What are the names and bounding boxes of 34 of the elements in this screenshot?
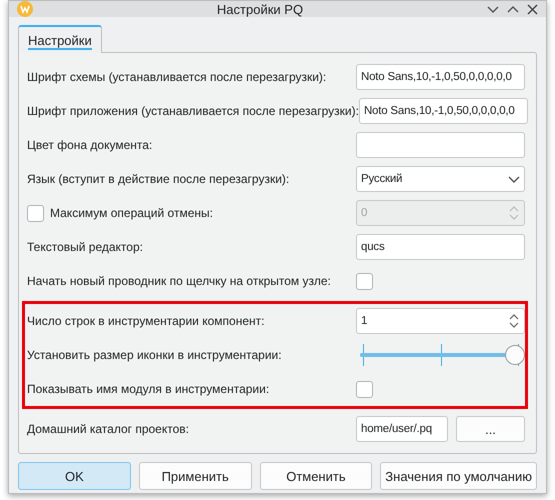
text-field[interactable]: qucs (356, 234, 525, 260)
setting-label: Шрифт схемы (устанавливается после перезагрузки): (27, 70, 326, 84)
window-title: Настройки PQ (216, 2, 304, 16)
browse-button[interactable]: ... (456, 416, 525, 442)
spin-arrows-icon (508, 204, 520, 222)
maximize-icon (507, 5, 519, 13)
dialog-button[interactable]: Применить (138, 462, 252, 490)
setting-label: Цвет фона документа: (27, 138, 152, 152)
setting-label: Текстовый редактор: (27, 240, 143, 254)
settings-tab[interactable]: Настройки (18, 25, 102, 53)
spin-box[interactable]: 1 (356, 308, 525, 334)
dialog-button[interactable]: Значения по умолчанию (380, 462, 537, 490)
checkbox[interactable] (356, 272, 373, 290)
color-field[interactable] (356, 132, 525, 158)
text-field[interactable]: Noto Sans,10,-1,0,50,0,0,0,0,0 (356, 64, 525, 90)
app-logo-icon (17, 1, 33, 17)
chevron-down-icon (508, 175, 520, 183)
setting-label: Шрифт приложения (устанавливается после перезагрузки): (27, 104, 359, 118)
setting-label: Максимум операций отмены: (50, 206, 213, 220)
checkbox[interactable] (356, 380, 373, 398)
setting-label: Начать новый проводник по щелчку на открытом узле: (27, 274, 331, 288)
spin-arrows-icon (508, 312, 520, 330)
text-field[interactable]: Noto Sans,10,-1,0,50,0,0,0,0,0 (358, 98, 528, 124)
path-field[interactable]: home/user/.pq (356, 416, 448, 442)
setting-label: Показывать имя модуля в инструментарии: (27, 382, 270, 396)
dialog-button[interactable]: Отменить (260, 462, 372, 490)
minimize-icon (487, 5, 499, 13)
setting-label: Домашний каталог проектов: (27, 422, 189, 436)
dialog-button[interactable]: OK (18, 462, 131, 490)
setting-label: Установить размер иконки в инструментарии: (27, 348, 282, 362)
language-dropdown[interactable]: Русский (356, 166, 525, 192)
setting-label: Язык (вступит в действие после перезагрузки): (27, 172, 290, 186)
close-icon[interactable] (527, 4, 538, 14)
setting-label: Число строк в инструментарии компонент: (27, 314, 264, 328)
